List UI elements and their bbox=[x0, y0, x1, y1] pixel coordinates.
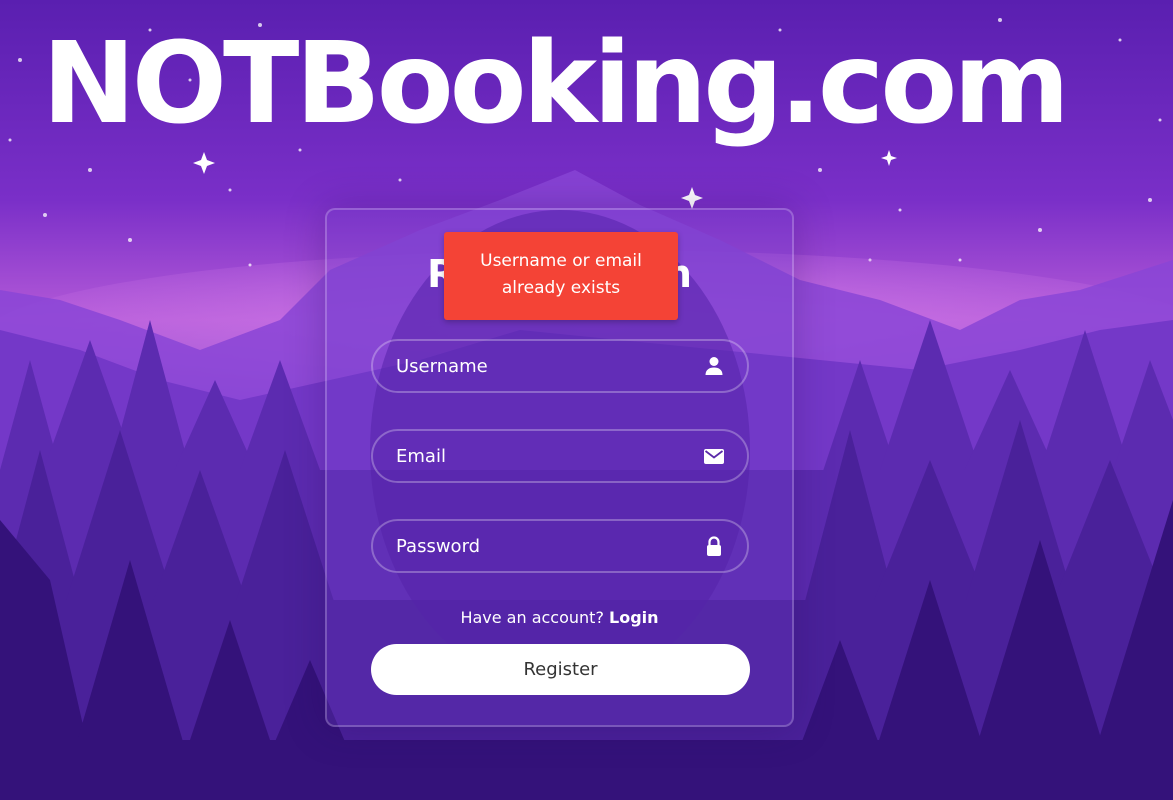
have-account-text: Have an account? bbox=[460, 608, 604, 627]
email-field[interactable] bbox=[371, 429, 749, 483]
email-input[interactable] bbox=[373, 431, 747, 481]
brand-title: NOTBooking.com bbox=[42, 19, 1070, 149]
password-field[interactable] bbox=[371, 519, 749, 573]
username-field[interactable] bbox=[371, 339, 749, 393]
error-toast: Username or email already exists bbox=[444, 232, 678, 320]
user-icon bbox=[703, 355, 725, 377]
register-button[interactable]: Register bbox=[371, 644, 750, 695]
login-prompt: Have an account? Login bbox=[325, 608, 794, 627]
login-link[interactable]: Login bbox=[609, 608, 659, 627]
username-input[interactable] bbox=[373, 341, 747, 391]
lock-icon bbox=[703, 535, 725, 557]
envelope-icon bbox=[703, 445, 725, 467]
error-toast-message: Username or email already exists bbox=[480, 251, 642, 298]
password-input[interactable] bbox=[373, 521, 747, 571]
